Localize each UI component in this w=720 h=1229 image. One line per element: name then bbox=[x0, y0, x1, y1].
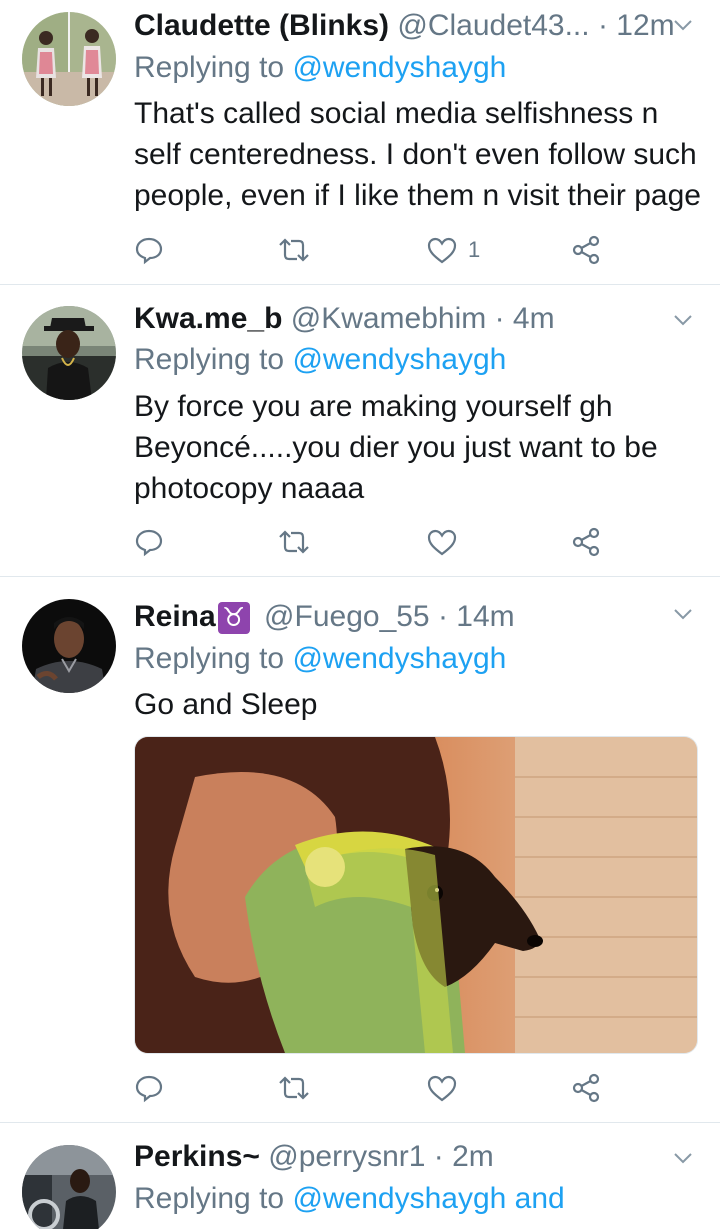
like-button[interactable] bbox=[426, 1068, 458, 1108]
user-handle[interactable]: @Fuego_55 bbox=[264, 600, 430, 633]
display-name[interactable]: Perkins~ bbox=[134, 1140, 260, 1173]
tweet-text-line: photocopy naaaa bbox=[134, 472, 365, 505]
timestamp[interactable]: · 12m bbox=[598, 9, 675, 42]
tweet-text-line: Beyoncé.....you dier you just want to be bbox=[134, 431, 658, 464]
replying-label: Replying to bbox=[134, 343, 285, 376]
like-button[interactable]: 1 bbox=[426, 230, 480, 270]
mention-link[interactable]: @wendyshaygh bbox=[292, 51, 506, 84]
tweet-perkins[interactable]: Perkins~ @perrysnr1 · 2m Replying to @we… bbox=[0, 1123, 720, 1229]
timestamp[interactable]: · 4m bbox=[495, 302, 555, 335]
tweet-media-image[interactable] bbox=[134, 736, 698, 1054]
tweet-actions bbox=[134, 1068, 614, 1108]
heart-icon bbox=[427, 1075, 457, 1102]
tweet-kwameb[interactable]: Kwa.me_b @Kwamebhim · 4m Replying to @we… bbox=[0, 285, 720, 576]
share-icon bbox=[572, 1073, 600, 1103]
taurus-badge: ♉ bbox=[217, 602, 250, 635]
tweet-text: By force you are making yourself gh Beyo… bbox=[134, 386, 714, 509]
display-name[interactable]: Reina bbox=[134, 600, 216, 633]
tweet-text: Go and Sleep bbox=[134, 684, 714, 725]
reply-icon bbox=[135, 529, 163, 557]
tweet-header: Claudette (Blinks) @Claudet43... · 12m bbox=[134, 2, 675, 50]
replying-label: Replying to bbox=[134, 1182, 285, 1215]
tweet-reina[interactable]: Reina ♉ @Fuego_55 · 14m Replying to @wend… bbox=[0, 577, 720, 1122]
retweet-icon bbox=[279, 530, 309, 554]
retweet-button[interactable] bbox=[276, 230, 312, 270]
like-count: 1 bbox=[468, 237, 481, 262]
replying-to: Replying to @wendyshaygh bbox=[134, 338, 506, 382]
heart-icon bbox=[427, 237, 457, 264]
tweet-actions bbox=[134, 522, 614, 562]
retweet-button[interactable] bbox=[276, 1068, 312, 1108]
reply-icon bbox=[135, 237, 163, 265]
share-icon bbox=[572, 527, 600, 557]
display-name[interactable]: Kwa.me_b bbox=[134, 302, 282, 335]
timestamp[interactable]: · 14m bbox=[438, 600, 515, 633]
tweet-header: Perkins~ @perrysnr1 · 2m bbox=[134, 1133, 494, 1181]
tweet-claudette[interactable]: Claudette (Blinks) @Claudet43... · 12m R… bbox=[0, 0, 720, 284]
mention-link[interactable]: @wendyshaygh bbox=[292, 642, 506, 675]
chevron-down-icon[interactable] bbox=[672, 1147, 694, 1169]
user-handle[interactable]: @Claudet43... bbox=[397, 9, 589, 42]
tweet-text-line: By force you are making yourself gh bbox=[134, 390, 613, 423]
tweet-header: Kwa.me_b @Kwamebhim · 4m bbox=[134, 295, 555, 343]
reply-icon bbox=[135, 1075, 163, 1103]
avatar[interactable] bbox=[22, 12, 116, 106]
tweet-text-line: Go and Sleep bbox=[134, 688, 318, 721]
replying-label: Replying to bbox=[134, 51, 285, 84]
avatar[interactable] bbox=[22, 1145, 116, 1229]
retweet-button[interactable] bbox=[276, 522, 312, 562]
tweet-actions: 1 bbox=[134, 230, 614, 270]
reply-button[interactable] bbox=[134, 230, 164, 270]
avatar[interactable] bbox=[22, 599, 116, 693]
replying-label: Replying to bbox=[134, 642, 285, 675]
reply-button[interactable] bbox=[134, 1068, 164, 1108]
retweet-icon bbox=[279, 238, 309, 262]
user-handle[interactable]: @Kwamebhim bbox=[291, 302, 487, 335]
reply-button[interactable] bbox=[134, 522, 164, 562]
tweet-text-line: people, even if I like them n visit thei… bbox=[134, 179, 701, 212]
mention-link[interactable]: @wendyshaygh and bbox=[292, 1182, 564, 1215]
replying-to: Replying to @wendyshaygh bbox=[134, 46, 506, 90]
share-button[interactable] bbox=[570, 1068, 602, 1108]
like-button[interactable] bbox=[426, 522, 458, 562]
replying-to: Replying to @wendyshaygh and bbox=[134, 1177, 565, 1221]
tweet-text-line: self centeredness. I don't even follow s… bbox=[134, 138, 697, 171]
timestamp[interactable]: · 2m bbox=[434, 1140, 494, 1173]
mention-link[interactable]: @wendyshaygh bbox=[292, 343, 506, 376]
chevron-down-icon[interactable] bbox=[672, 309, 694, 331]
chevron-down-icon[interactable] bbox=[672, 14, 694, 36]
tweet-text-line: That's called social media selfishness n bbox=[134, 97, 659, 130]
tweet-text: That's called social media selfishness n… bbox=[134, 93, 714, 216]
share-button[interactable] bbox=[570, 522, 602, 562]
user-handle[interactable]: @perrysnr1 bbox=[268, 1140, 425, 1173]
display-name[interactable]: Claudette (Blinks) bbox=[134, 9, 389, 42]
avatar[interactable] bbox=[22, 306, 116, 400]
tweet-header: Reina ♉ @Fuego_55 · 14m bbox=[134, 593, 515, 641]
retweet-icon bbox=[279, 1076, 309, 1100]
share-icon bbox=[572, 235, 600, 265]
share-button[interactable] bbox=[570, 230, 602, 270]
chevron-down-icon[interactable] bbox=[672, 603, 694, 625]
replying-to: Replying to @wendyshaygh bbox=[134, 637, 506, 681]
heart-icon bbox=[427, 529, 457, 556]
